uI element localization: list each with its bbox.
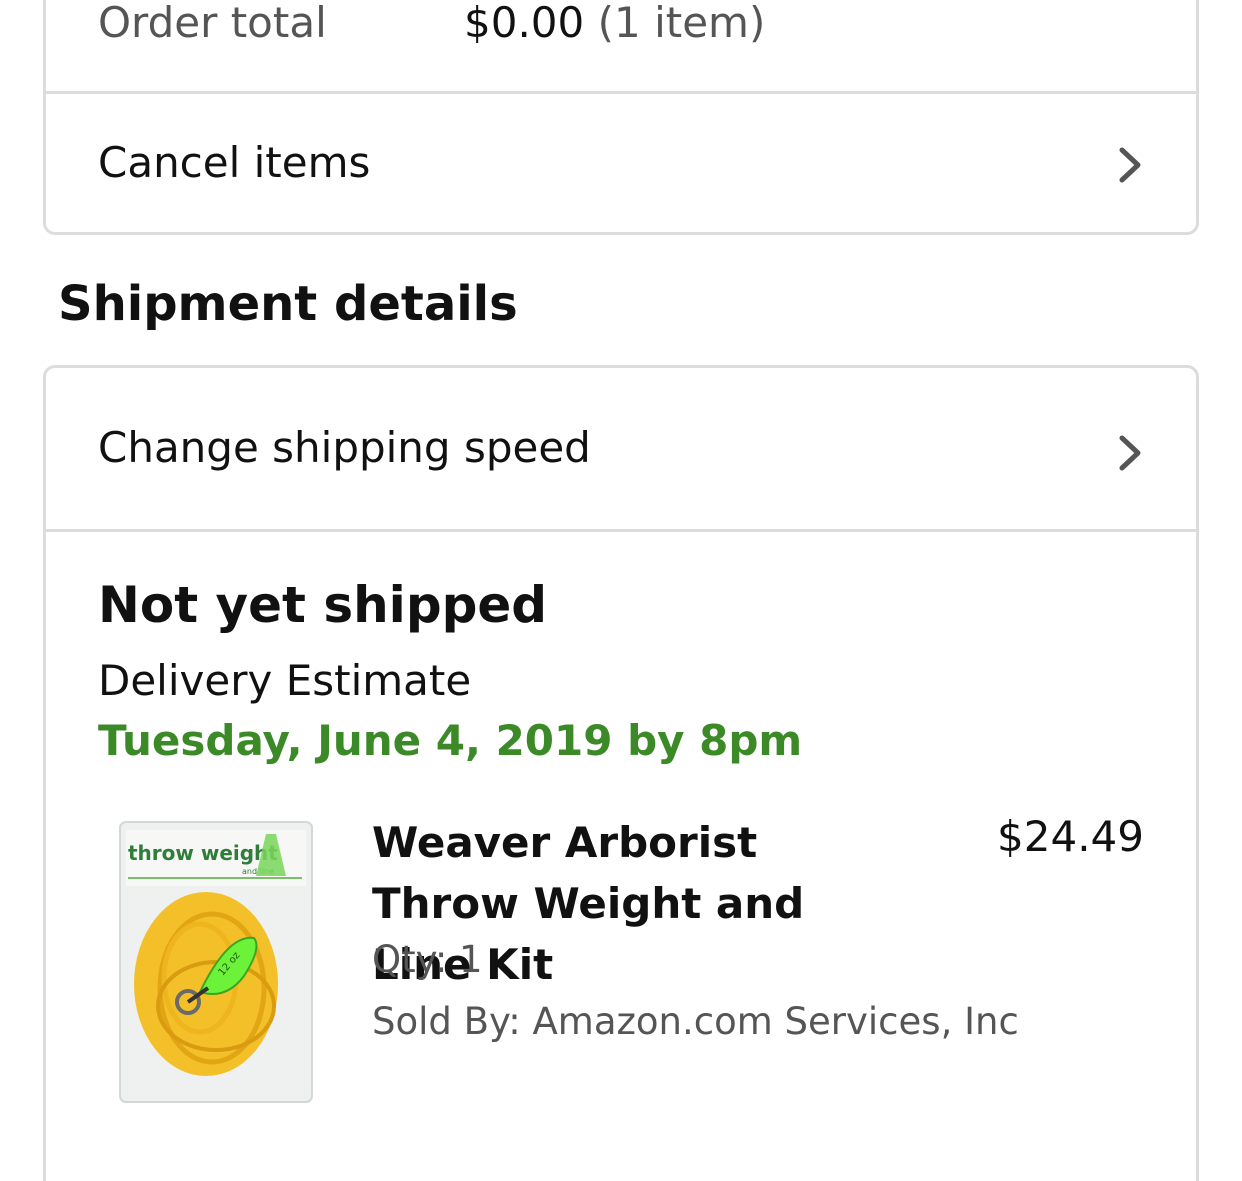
product-quantity: Qty: 1 [372, 938, 483, 981]
shipment-details-heading: Shipment details [58, 276, 518, 332]
order-total-amount: $0.00 [464, 0, 585, 47]
order-item-count: (1 item) [597, 0, 766, 47]
shipment-status: Not yet shipped [98, 576, 548, 634]
change-shipping-speed-button[interactable]: Change shipping speed [46, 368, 1196, 532]
order-total-value: $0.00 (1 item) [464, 0, 765, 47]
product-seller: Sold By: Amazon.com Services, Inc [372, 1000, 1019, 1043]
shipment-card: Change shipping speed Not yet shipped De… [43, 365, 1199, 1181]
order-total-label: Order total [98, 0, 327, 47]
order-details-page: Order total $0.00 (1 item) Cancel items … [0, 0, 1242, 1181]
change-shipping-speed-label: Change shipping speed [98, 423, 591, 472]
chevron-right-icon [1119, 147, 1141, 183]
cancel-items-label: Cancel items [98, 138, 371, 187]
delivery-estimate-label: Delivery Estimate [98, 656, 472, 705]
product-image[interactable]: throw weight and line 12 oz [116, 816, 316, 1106]
package-brand-text: throw weight [128, 841, 278, 865]
chevron-right-icon [1119, 435, 1141, 471]
delivery-estimate-date: Tuesday, June 4, 2019 by 8pm [98, 716, 803, 765]
order-total-row: Order total $0.00 (1 item) [46, 0, 1196, 94]
cancel-items-button[interactable]: Cancel items [46, 94, 1196, 234]
order-summary-card: Order total $0.00 (1 item) Cancel items [43, 0, 1199, 235]
product-price: $24.49 [997, 812, 1144, 861]
